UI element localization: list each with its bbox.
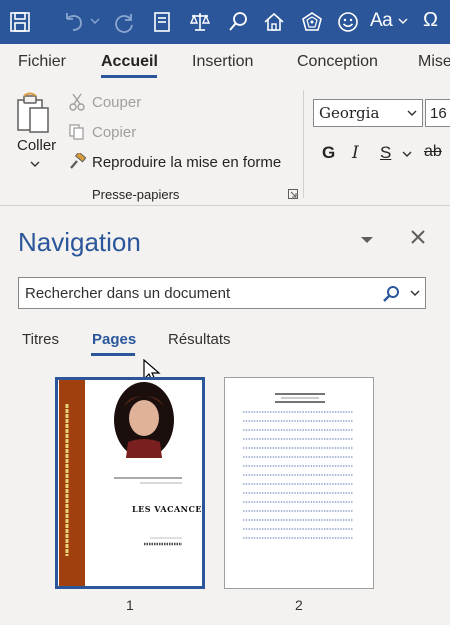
clipboard-group-label: Presse-papiers [92, 187, 180, 202]
cut-label: Couper [92, 93, 142, 111]
navigation-title: Navigation [18, 227, 141, 257]
active-tab-indicator [101, 75, 157, 78]
paste-label[interactable]: Coller [17, 137, 56, 154]
tab-titres[interactable]: Titres [22, 331, 59, 348]
tab-accueil[interactable]: Accueil [101, 53, 158, 71]
search-input[interactable] [19, 278, 374, 308]
save-icon[interactable] [6, 8, 34, 36]
ribbon-separator [303, 90, 304, 198]
search-icon[interactable] [382, 285, 400, 303]
underline-dropdown-icon[interactable] [402, 150, 412, 158]
book-spine [59, 380, 85, 586]
copy-button[interactable]: Copier [68, 123, 136, 141]
ribbon-tabs: Fichier Accueil Insertion Conception Mis… [0, 44, 450, 84]
scales-icon[interactable] [186, 8, 214, 36]
omega-icon[interactable]: Ω [423, 9, 438, 32]
tab-fichier[interactable]: Fichier [18, 53, 66, 71]
undo-icon[interactable] [60, 8, 88, 36]
table-of-contents-preview [225, 378, 373, 588]
change-case-dropdown-icon[interactable] [398, 16, 408, 26]
strikethrough-button[interactable]: ab [424, 143, 442, 161]
font-dropdown-icon[interactable] [407, 109, 417, 117]
book-cover-preview: LES VACANCES [58, 380, 208, 586]
dialog-launcher-icon[interactable] [288, 189, 298, 199]
cut-button[interactable]: Couper [68, 93, 141, 111]
font-name-value: Georgia [319, 104, 380, 122]
paste-dropdown-icon[interactable] [30, 160, 40, 168]
underline-button[interactable]: S [380, 143, 391, 163]
tab-mise[interactable]: Mise [418, 53, 450, 71]
font-size-value: 16 [430, 105, 447, 122]
search-options-icon[interactable] [410, 289, 420, 297]
form-icon[interactable] [148, 8, 176, 36]
undo-dropdown-icon[interactable] [90, 16, 100, 26]
italic-button[interactable]: I [352, 143, 359, 163]
bold-button[interactable]: G [322, 143, 335, 163]
change-case-icon[interactable]: Aa [370, 10, 393, 32]
smiley-icon[interactable] [334, 8, 362, 36]
svg-text:LES VACANCES: LES VACANCES [132, 504, 202, 514]
tab-insertion[interactable]: Insertion [192, 53, 253, 71]
page-thumbnail-1[interactable]: LES VACANCES [55, 377, 208, 589]
page-number-2: 2 [295, 597, 303, 613]
search-box [18, 277, 426, 309]
redo-icon[interactable] [110, 8, 138, 36]
tab-conception[interactable]: Conception [297, 53, 378, 71]
format-painter-icon [70, 153, 86, 169]
page-thumbnail-2[interactable] [224, 377, 374, 589]
format-painter-label: Reproduire la mise en forme [92, 153, 282, 171]
ribbon: Coller Couper Copier Reproduire la mise … [0, 84, 450, 206]
paste-button[interactable] [10, 90, 64, 143]
copy-label: Copier [92, 123, 137, 141]
tab-resultats[interactable]: Résultats [168, 331, 231, 348]
close-icon[interactable] [410, 229, 426, 245]
tab-pages[interactable]: Pages [92, 331, 136, 348]
active-nav-tab-indicator [91, 353, 135, 356]
scissors-icon [69, 93, 85, 111]
title-bar: Aa Ω [0, 0, 450, 44]
font-name-combo[interactable]: Georgia [313, 99, 423, 127]
page-number-1: 1 [126, 597, 134, 613]
copy-icon [69, 124, 84, 140]
font-size-combo[interactable]: 16 [425, 99, 450, 127]
navigation-pane: Navigation Titres Pages Résultats LES VA… [0, 207, 450, 625]
pane-options-icon[interactable] [360, 235, 374, 245]
web-icon[interactable] [298, 8, 326, 36]
clipboard-icon [17, 92, 49, 133]
search-icon[interactable] [224, 8, 252, 36]
home-icon[interactable] [260, 8, 288, 36]
format-painter-button[interactable]: Reproduire la mise en forme [68, 153, 281, 171]
